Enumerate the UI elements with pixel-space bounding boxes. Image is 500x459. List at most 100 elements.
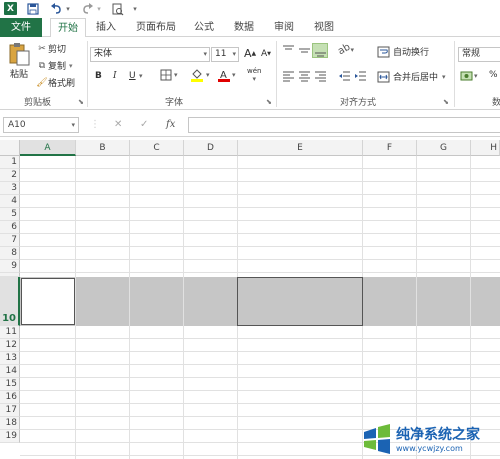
underline-button[interactable]: U xyxy=(129,71,136,81)
row-header-1[interactable]: 1 xyxy=(0,156,20,169)
column-header-a[interactable]: A xyxy=(20,140,76,156)
row-header-12[interactable]: 12 xyxy=(0,339,20,352)
gridline xyxy=(416,156,417,459)
row-header-9[interactable]: 9 xyxy=(0,260,20,273)
row-header-3[interactable]: 3 xyxy=(0,182,20,195)
name-box[interactable]: A10 ▾ xyxy=(3,117,79,133)
wrap-text-button[interactable]: 自动换行 xyxy=(377,45,429,58)
tab-insert[interactable]: 插入 xyxy=(90,18,122,37)
row-header-17[interactable]: 17 xyxy=(0,404,20,417)
tab-formulas[interactable]: 公式 xyxy=(188,18,220,37)
column-header-c[interactable]: C xyxy=(130,140,184,156)
active-cell-a10[interactable] xyxy=(21,278,75,325)
gridline xyxy=(20,194,500,195)
column-header-e[interactable]: E xyxy=(238,140,363,156)
paste-button[interactable]: 粘贴 xyxy=(6,41,32,89)
align-middle-button[interactable] xyxy=(298,44,311,56)
row-header-14[interactable]: 14 xyxy=(0,365,20,378)
column-header-f[interactable]: F xyxy=(363,140,417,156)
customize-qat-icon[interactable]: ▾ xyxy=(131,2,139,16)
undo-dropdown-icon[interactable]: ▾ xyxy=(64,2,72,16)
phonetic-button[interactable]: wén ▾ xyxy=(247,67,261,83)
worksheet-grid[interactable]: A B C D E F G H 1 2 3 4 5 6 7 8 9 10 11 … xyxy=(0,140,500,459)
align-left-icon xyxy=(283,71,294,82)
grow-font-button[interactable]: A ▲ xyxy=(244,47,256,60)
watermark-url: www.ycwjzy.com xyxy=(396,444,463,453)
format-painter-button[interactable]: 🖌 格式刷 xyxy=(36,76,75,90)
row-header-4[interactable]: 4 xyxy=(0,195,20,208)
align-center-button[interactable] xyxy=(298,70,311,82)
align-top-button[interactable] xyxy=(282,44,295,56)
print-preview-icon[interactable] xyxy=(111,2,125,16)
font-size-value: 11 xyxy=(215,49,227,59)
chevron-down-icon: ▾ xyxy=(71,121,75,129)
clipboard-launcher-icon[interactable]: ⬊ xyxy=(78,98,84,106)
align-right-button[interactable] xyxy=(314,70,327,82)
gridline xyxy=(20,181,500,182)
cell-e10[interactable] xyxy=(237,277,363,326)
cancel-icon[interactable]: ✕ xyxy=(114,117,122,133)
font-launcher-icon[interactable]: ⬊ xyxy=(266,98,272,106)
column-header-d[interactable]: D xyxy=(184,140,238,156)
tab-file[interactable]: 文件 xyxy=(0,18,42,37)
font-size-select[interactable]: 11 ▾ xyxy=(211,47,239,62)
copy-dropdown-icon[interactable]: ▾ xyxy=(69,62,73,70)
row-header-8[interactable]: 8 xyxy=(0,247,20,260)
row-header-2[interactable]: 2 xyxy=(0,169,20,182)
enter-icon[interactable]: ✓ xyxy=(140,117,148,133)
column-header-h[interactable]: H xyxy=(471,140,500,156)
gridline xyxy=(20,416,500,417)
row-header-5[interactable]: 5 xyxy=(0,208,20,221)
redo-icon[interactable] xyxy=(80,2,94,16)
increase-indent-button[interactable] xyxy=(354,70,367,82)
row-header-19[interactable]: 19 xyxy=(0,430,20,443)
row-header-18[interactable]: 18 xyxy=(0,417,20,430)
font-color-button[interactable]: A ▾ xyxy=(218,68,236,82)
italic-button[interactable]: I xyxy=(113,71,117,81)
row-header-6[interactable]: 6 xyxy=(0,221,20,234)
column-header-g[interactable]: G xyxy=(417,140,471,156)
tab-view[interactable]: 视图 xyxy=(308,18,340,37)
orientation-button[interactable]: ab ▾ xyxy=(336,42,354,58)
number-format-select[interactable]: 常规 xyxy=(458,47,500,62)
save-icon[interactable] xyxy=(26,2,40,16)
column-header-b[interactable]: B xyxy=(76,140,130,156)
tab-data[interactable]: 数据 xyxy=(228,18,260,37)
row-header-11[interactable]: 11 xyxy=(0,326,20,339)
fill-color-button[interactable]: ▾ xyxy=(190,68,210,82)
cut-label: 剪切 xyxy=(48,45,67,55)
cut-button[interactable]: ✂ 剪切 xyxy=(36,42,67,56)
row-header-13[interactable]: 13 xyxy=(0,352,20,365)
number-format-value: 常规 xyxy=(462,49,481,59)
row-header-10[interactable]: 10 xyxy=(0,277,20,326)
align-top-icon xyxy=(283,45,294,50)
grow-font-label: A xyxy=(244,47,252,60)
percent-button[interactable]: % xyxy=(489,70,498,80)
align-middle-icon xyxy=(299,48,310,53)
merge-center-button[interactable]: 合并后居中 ▾ xyxy=(377,70,446,83)
align-left-button[interactable] xyxy=(282,70,295,82)
tab-home[interactable]: 开始 xyxy=(50,18,86,38)
align-bottom-button[interactable] xyxy=(312,43,328,58)
insert-function-button[interactable]: fx xyxy=(166,117,175,133)
select-all-button[interactable] xyxy=(0,140,20,156)
underline-dropdown-icon[interactable]: ▾ xyxy=(139,72,143,80)
formula-input[interactable] xyxy=(188,117,500,133)
tab-page-layout[interactable]: 页面布局 xyxy=(132,18,180,37)
redo-dropdown-icon[interactable]: ▾ xyxy=(95,2,103,16)
font-color-icon: A xyxy=(218,70,230,82)
row-header-16[interactable]: 16 xyxy=(0,391,20,404)
tab-review[interactable]: 审阅 xyxy=(268,18,300,37)
row-header-15[interactable]: 15 xyxy=(0,378,20,391)
excel-app-icon[interactable]: X xyxy=(4,2,17,15)
font-name-select[interactable]: 宋体 ▾ xyxy=(90,47,210,62)
undo-icon[interactable] xyxy=(49,2,63,16)
copy-button[interactable]: ⧉ 复制 ▾ xyxy=(36,59,73,73)
alignment-launcher-icon[interactable]: ⬊ xyxy=(443,98,449,106)
bold-button[interactable]: B xyxy=(95,71,102,81)
decrease-indent-button[interactable] xyxy=(338,70,351,82)
shrink-font-button[interactable]: A ▼ xyxy=(261,49,271,59)
accounting-format-button[interactable]: ▾ xyxy=(460,70,478,82)
borders-button[interactable]: ▾ xyxy=(160,69,178,81)
row-header-7[interactable]: 7 xyxy=(0,234,20,247)
